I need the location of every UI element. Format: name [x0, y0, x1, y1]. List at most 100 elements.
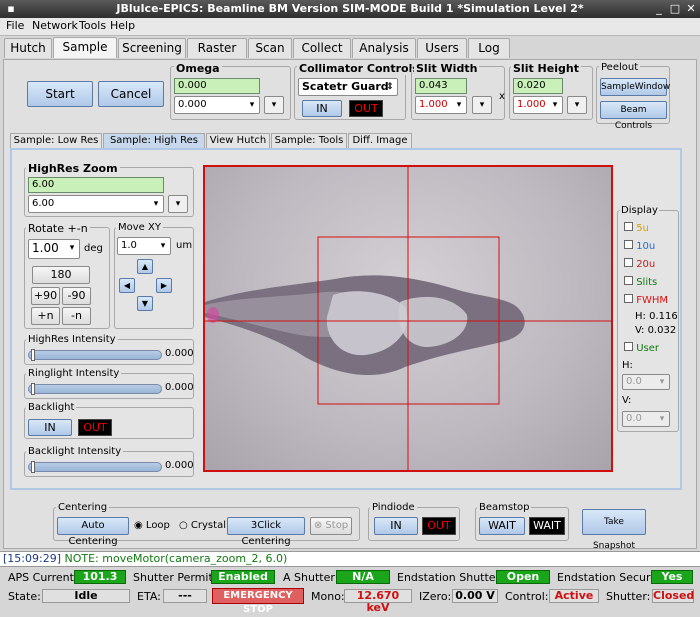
omega-label: Omega: [174, 62, 222, 75]
tab-log[interactable]: Log: [468, 38, 510, 58]
checkbox-icon[interactable]: [624, 294, 633, 303]
rotate-minus-n-button[interactable]: -n: [62, 307, 91, 325]
loop-radio[interactable]: ◉ Loop: [134, 520, 170, 531]
menu-file[interactable]: File: [6, 19, 24, 32]
radio-unselected-icon[interactable]: ○: [179, 520, 188, 531]
tab-raster[interactable]: Raster: [187, 38, 247, 58]
backlight-in-button[interactable]: IN: [28, 419, 72, 436]
collimator-select[interactable]: Scatetr Guard ⇕: [298, 78, 398, 96]
auto-centering-button[interactable]: Auto Centering: [57, 517, 129, 547]
subtab-view-hutch[interactable]: View Hutch: [206, 133, 270, 148]
chevron-down-icon: ▾: [659, 414, 665, 424]
slider-knob[interactable]: [31, 383, 35, 395]
subtab-diff-image[interactable]: Diff. Image: [348, 133, 412, 148]
movexy-label: Move XY: [116, 222, 163, 233]
chevron-down-icon: ▾: [249, 100, 255, 110]
beamstop-wait-button[interactable]: WAIT: [479, 517, 525, 535]
display-option-20u[interactable]: 20u: [624, 258, 655, 270]
display-option-user[interactable]: User: [624, 342, 659, 354]
peelout-label: Peelout: [599, 62, 641, 73]
tab-collect[interactable]: Collect: [293, 38, 351, 58]
checkbox-icon[interactable]: [624, 258, 633, 267]
move-down-button[interactable]: ▼: [137, 296, 153, 311]
minimize-icon[interactable]: _: [652, 2, 666, 16]
subtab-high-res[interactable]: Sample: High Res: [103, 133, 205, 148]
sample-window-button[interactable]: SampleWindow: [600, 78, 670, 96]
tab-hutch[interactable]: Hutch: [4, 38, 52, 58]
cancel-button[interactable]: Cancel: [98, 81, 164, 107]
menu-network[interactable]: Network: [32, 19, 78, 32]
user-v-combo[interactable]: 0.0 ▾: [622, 411, 670, 427]
backlight-intensity-slider[interactable]: [28, 461, 162, 473]
zoom-move-button[interactable]: ▾: [168, 195, 188, 213]
emergency-stop-button[interactable]: EMERGENCY STOP: [212, 588, 304, 615]
move-right-button[interactable]: ▶: [156, 278, 172, 293]
pindiode-out-button[interactable]: OUT: [422, 517, 456, 535]
collimator-in-button[interactable]: IN: [302, 100, 342, 117]
move-up-button[interactable]: ▲: [137, 259, 153, 274]
take-snapshot-button[interactable]: Take Snapshot: [582, 509, 646, 551]
rotate-minus90-button[interactable]: -90: [62, 287, 91, 305]
subtab-low-res[interactable]: Sample: Low Res: [10, 133, 102, 148]
checkbox-icon[interactable]: [624, 222, 633, 231]
chevron-down-icon: ▾: [160, 241, 166, 251]
ringlight-intensity-slider[interactable]: [28, 383, 162, 395]
collimator-out-button[interactable]: OUT: [349, 100, 383, 117]
user-h-combo[interactable]: 0.0 ▾: [622, 374, 670, 390]
window-menu-icon[interactable]: ▪: [4, 2, 18, 16]
tab-users[interactable]: Users: [417, 38, 467, 58]
checkbox-icon[interactable]: [624, 276, 633, 285]
rotate-plus90-button[interactable]: +90: [31, 287, 60, 305]
display-option-5u[interactable]: 5u: [624, 222, 649, 234]
crystal-radio-label: Crystal: [190, 520, 226, 531]
beam-controls-button[interactable]: Beam Controls: [600, 101, 667, 131]
tab-scan[interactable]: Scan: [248, 38, 292, 58]
chevron-down-icon: ▾: [175, 199, 181, 209]
rotate-plus-n-button[interactable]: +n: [31, 307, 60, 325]
slit-width-move-button[interactable]: ▾: [472, 96, 492, 114]
slit-height-move-button[interactable]: ▾: [567, 96, 587, 114]
beamstop-wait-indicator[interactable]: WAIT: [529, 517, 565, 535]
crystal-radio[interactable]: ○ Crystal: [179, 520, 226, 531]
maximize-icon[interactable]: □: [668, 2, 682, 16]
display-option-fwhm[interactable]: FWHM: [624, 294, 668, 306]
omega-combo[interactable]: 0.000 ▾: [174, 96, 260, 114]
slider-knob[interactable]: [31, 461, 35, 473]
slit-height-combo-value: 1.000: [517, 99, 546, 110]
rotate-combo[interactable]: 1.00 ▾: [28, 239, 80, 259]
rotate-180-button[interactable]: 180: [32, 266, 90, 284]
stop-centering-button[interactable]: ⊗ Stop: [310, 517, 352, 535]
user-v-label: V:: [622, 395, 632, 406]
display-option-slits[interactable]: Slits: [624, 276, 657, 288]
subtab-tools[interactable]: Sample: Tools: [271, 133, 347, 148]
arrow-left-icon: ◀: [123, 281, 131, 290]
slit-width-combo[interactable]: 1.000 ▾: [415, 96, 467, 114]
collimator-label: Collimator Controls: [297, 62, 421, 75]
menu-tools[interactable]: Tools: [79, 19, 106, 32]
backlight-out-button[interactable]: OUT: [78, 419, 112, 436]
omega-move-button[interactable]: ▾: [264, 96, 284, 114]
display-option-10u[interactable]: 10u: [624, 240, 655, 252]
chevron-down-icon: ▾: [69, 243, 75, 253]
close-icon[interactable]: ✕: [684, 2, 698, 16]
main-tabs: Hutch Sample Screening Raster Scan Colle…: [0, 37, 700, 60]
move-left-button[interactable]: ◀: [119, 278, 135, 293]
tab-screening[interactable]: Screening: [118, 38, 186, 58]
camera-view[interactable]: [203, 165, 613, 472]
tab-sample[interactable]: Sample: [53, 37, 117, 58]
user-h-label: H:: [622, 360, 633, 371]
movexy-combo[interactable]: 1.0 ▾: [117, 237, 171, 255]
display-option-label: FWHM: [636, 295, 668, 306]
checkbox-icon[interactable]: [624, 240, 633, 249]
threeclick-centering-button[interactable]: 3Click Centering: [227, 517, 305, 547]
radio-selected-icon[interactable]: ◉: [134, 520, 143, 531]
slider-knob[interactable]: [31, 349, 35, 361]
menu-help[interactable]: Help: [110, 19, 135, 32]
checkbox-icon[interactable]: [624, 342, 633, 351]
slit-height-combo[interactable]: 1.000 ▾: [513, 96, 563, 114]
pindiode-in-button[interactable]: IN: [374, 517, 418, 535]
highres-intensity-slider[interactable]: [28, 349, 162, 361]
zoom-combo[interactable]: 6.00 ▾: [28, 195, 164, 213]
tab-analysis[interactable]: Analysis: [352, 38, 416, 58]
start-button[interactable]: Start: [27, 81, 93, 107]
